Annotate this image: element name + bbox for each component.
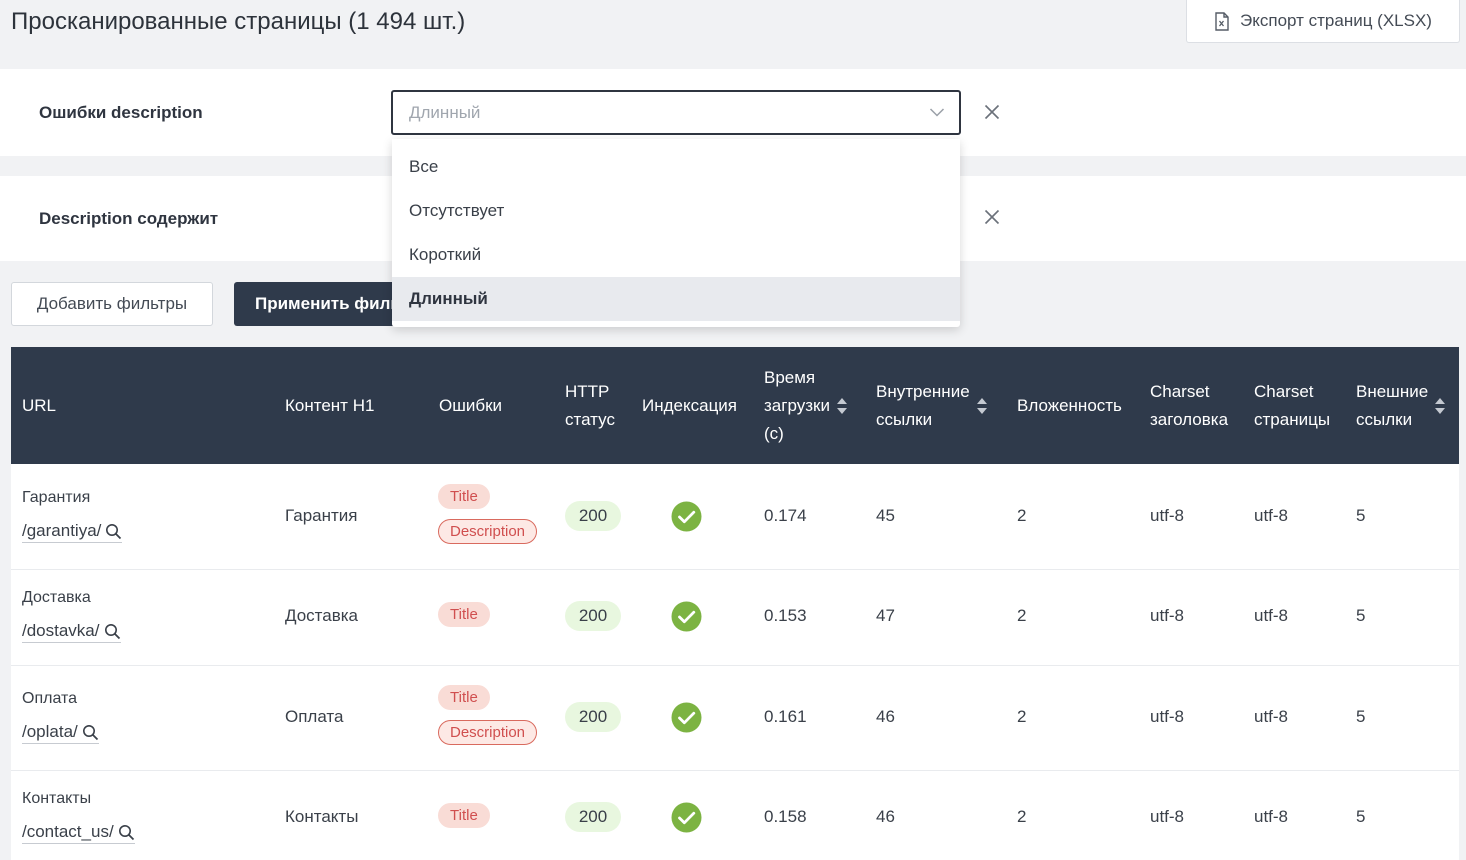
http-status-badge: 200: [565, 702, 621, 732]
file-xlsx-icon: [1215, 11, 1229, 31]
description-errors-dropdown: Все Отсутствует Короткий Длинный: [392, 139, 960, 327]
load-time: 0.161: [764, 707, 807, 726]
http-status-badge: 200: [565, 601, 621, 631]
search-icon[interactable]: [82, 724, 99, 741]
load-time: 0.158: [764, 807, 807, 826]
error-badge-description: Description: [438, 519, 538, 544]
export-button-label: Экспорт страниц (XLSX): [1240, 11, 1432, 30]
h1-content: Оплата: [285, 707, 344, 726]
external-links-count: 5: [1356, 606, 1366, 625]
search-icon[interactable]: [104, 623, 121, 640]
page-name: Контакты: [22, 790, 92, 807]
internal-links-count: 46: [876, 707, 895, 726]
charset-header-value: utf-8: [1150, 606, 1185, 625]
depth-value: 2: [1017, 606, 1027, 625]
internal-links-count: 45: [876, 506, 895, 525]
column-depth: Вложенность: [1017, 395, 1122, 415]
search-icon[interactable]: [105, 523, 122, 540]
column-charset-page: Charset страницы: [1254, 381, 1331, 429]
page-url[interactable]: /contact_us/: [22, 822, 135, 844]
dropdown-option-short[interactable]: Короткий: [392, 233, 960, 277]
clear-filter-close-icon[interactable]: [982, 102, 1002, 122]
http-status-badge: 200: [565, 501, 621, 531]
table-row: Доставка /dostavka/ Доставка Title 200 0…: [11, 570, 1459, 666]
error-badge-title: Title: [438, 685, 490, 710]
depth-value: 2: [1017, 807, 1027, 826]
charset-header-value: utf-8: [1150, 807, 1185, 826]
error-badge-title: Title: [438, 602, 490, 627]
load-time: 0.174: [764, 506, 807, 525]
dropdown-option-all[interactable]: Все: [392, 145, 960, 189]
http-status-badge: 200: [565, 802, 621, 832]
internal-links-count: 47: [876, 606, 895, 625]
charset-header-value: utf-8: [1150, 707, 1185, 726]
column-load-time[interactable]: Время загрузки (с): [764, 347, 848, 464]
page-url[interactable]: /dostavka/: [22, 621, 121, 643]
page-name: Доставка: [22, 589, 91, 606]
indexation-check-icon: [671, 501, 702, 532]
chevron-down-icon: [929, 108, 945, 117]
internal-links-count: 46: [876, 807, 895, 826]
column-indexation: Индексация: [642, 395, 738, 415]
sort-icon[interactable]: [836, 396, 848, 416]
sort-icon[interactable]: [1434, 396, 1446, 416]
external-links-count: 5: [1356, 506, 1366, 525]
column-errors: Ошибки: [439, 395, 503, 415]
clear-filter-close-icon[interactable]: [982, 207, 1002, 227]
column-charset-header: Charset заголовка: [1150, 381, 1229, 429]
charset-page-value: utf-8: [1254, 707, 1289, 726]
table-row: Контакты /contact_us/ Контакты Title 200…: [11, 771, 1459, 860]
page-title: Просканированные страницы (1 494 шт.): [11, 8, 466, 35]
add-filters-button[interactable]: Добавить фильтры: [11, 282, 213, 326]
charset-page-value: utf-8: [1254, 506, 1289, 525]
column-url: URL: [22, 395, 57, 415]
description-errors-select[interactable]: Длинный: [391, 90, 961, 135]
h1-content: Гарантия: [285, 506, 358, 525]
column-h1: Контент H1: [285, 395, 375, 415]
sort-icon[interactable]: [976, 396, 988, 416]
table-row: Гарантия /garantiya/ Гарантия Title Desc…: [11, 464, 1459, 570]
charset-page-value: utf-8: [1254, 606, 1289, 625]
page-name: Гарантия: [22, 489, 91, 506]
table-row: Оплата /oplata/ Оплата Title Description…: [11, 666, 1459, 771]
column-internal-links[interactable]: Внутренние ссылки: [876, 347, 988, 464]
indexation-check-icon: [671, 702, 702, 733]
search-icon[interactable]: [118, 824, 135, 841]
export-button[interactable]: Экспорт страниц (XLSX): [1186, 0, 1460, 43]
h1-content: Контакты: [285, 807, 359, 826]
select-value: Длинный: [409, 103, 481, 122]
charset-header-value: utf-8: [1150, 506, 1185, 525]
h1-content: Доставка: [285, 606, 359, 625]
dropdown-option-missing[interactable]: Отсутствует: [392, 189, 960, 233]
page-name: Оплата: [22, 690, 78, 707]
depth-value: 2: [1017, 707, 1027, 726]
charset-page-value: utf-8: [1254, 807, 1289, 826]
page-url[interactable]: /garantiya/: [22, 521, 123, 543]
indexation-check-icon: [671, 601, 702, 632]
external-links-count: 5: [1356, 807, 1366, 826]
error-badge-title: Title: [438, 484, 490, 509]
external-links-count: 5: [1356, 707, 1366, 726]
column-external-links[interactable]: Внешние ссылки: [1356, 347, 1446, 464]
load-time: 0.153: [764, 606, 807, 625]
column-http-status: HTTP статус: [565, 381, 615, 429]
page-url[interactable]: /oplata/: [22, 722, 99, 744]
table-header: URL Контент H1 Ошибки HTTP статус Индекса…: [11, 347, 1459, 464]
depth-value: 2: [1017, 506, 1027, 525]
pages-table: URL Контент H1 Ошибки HTTP статус Индекса…: [11, 347, 1459, 860]
filter-label: Description содержит: [39, 209, 219, 228]
indexation-check-icon: [671, 802, 702, 833]
filter-label: Ошибки description: [39, 103, 203, 122]
error-badge-description: Description: [438, 720, 538, 745]
error-badge-title: Title: [438, 803, 490, 828]
dropdown-option-long[interactable]: Длинный: [392, 277, 960, 321]
